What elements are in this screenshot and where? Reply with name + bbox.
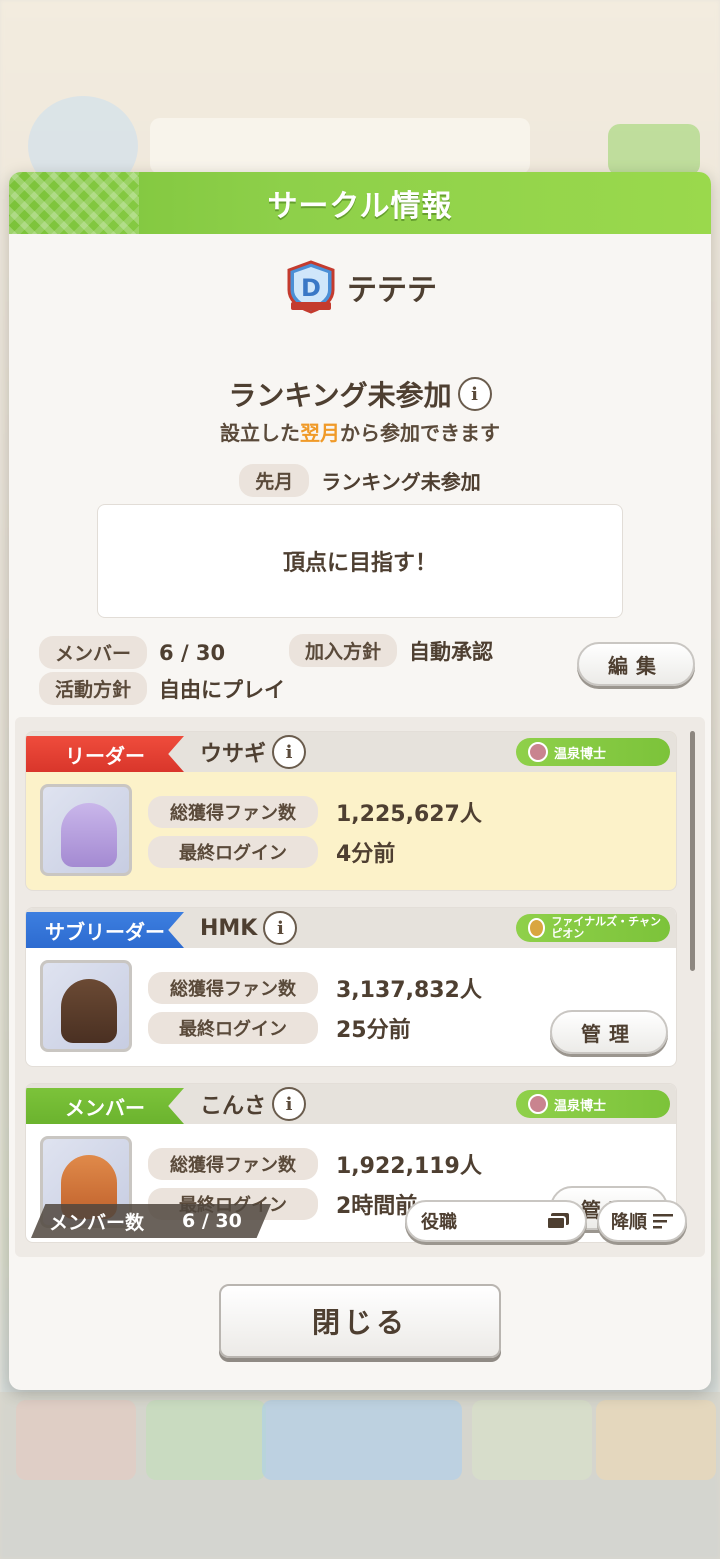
member-card-subleader[interactable]: サブリーダー HMK i ファイナルズ・チャンピオン 総獲得ファン数 3,137…: [25, 907, 677, 1067]
members-value: 6 / 30: [159, 640, 226, 665]
role-tag: リーダー: [26, 736, 184, 772]
circle-info-dialog: サークル情報 D テテテ ランキング未参加 i 設立した翌月から参加できます 先…: [9, 172, 711, 1390]
close-button[interactable]: 閉じる: [219, 1284, 501, 1358]
background-tile: [596, 1400, 716, 1480]
activity-value: 自由にプレイ: [159, 677, 286, 702]
join-policy-label: 加入方針: [289, 634, 398, 667]
member-name: ウサギ i: [200, 735, 307, 769]
info-icon[interactable]: i: [272, 735, 307, 769]
background-tile: [146, 1400, 266, 1480]
fans-row: 総獲得ファン数 1,922,119人: [148, 1148, 482, 1180]
background-button: [608, 124, 700, 176]
members-label: メンバー: [39, 636, 148, 669]
ranking-status: ランキング未参加: [228, 379, 452, 412]
background-tile: [262, 1400, 462, 1480]
activity-stat: 活動方針 自由にプレイ: [39, 672, 285, 705]
fans-label: 総獲得ファン数: [148, 796, 318, 828]
member-name: こんさ i: [200, 1087, 307, 1121]
header-pattern: [9, 172, 139, 234]
activity-label: 活動方針: [39, 672, 148, 705]
role-tag: サブリーダー: [26, 912, 184, 948]
last-login-label: 最終ログイン: [148, 1012, 318, 1044]
join-policy-stat: 加入方針 自動承認: [289, 634, 493, 667]
member-name-text: こんさ: [200, 1094, 267, 1119]
member-count-value: 6 / 30: [182, 1210, 242, 1232]
title-text: 温泉博士: [554, 746, 607, 762]
circle-name: テテテ: [347, 273, 437, 308]
last-month-label: 先月: [239, 464, 310, 497]
info-icon[interactable]: i: [457, 377, 492, 411]
ranking-note-post: から参加できます: [340, 421, 500, 445]
title-badge: 温泉博士: [516, 1090, 670, 1118]
fans-value: 1,922,119人: [336, 1154, 482, 1179]
slogan-text: 頂点に目指す！: [282, 551, 437, 576]
member-name-text: ウサギ: [200, 742, 267, 767]
fans-label: 総獲得ファン数: [148, 1148, 318, 1180]
sort-order-button[interactable]: 降順: [597, 1200, 687, 1242]
member-card-leader[interactable]: リーダー ウサギ i 温泉博士 総獲得ファン数 1,225,627人 最終ログイ…: [25, 731, 677, 891]
avatar[interactable]: [40, 960, 132, 1052]
info-icon[interactable]: i: [263, 911, 298, 945]
member-count-label: メンバー数: [49, 1211, 145, 1234]
member-name-text: HMK: [200, 915, 258, 941]
member-list-scrollbar[interactable]: [690, 731, 695, 971]
info-icon[interactable]: i: [272, 1087, 307, 1121]
last-month-value: ランキング未参加: [321, 470, 481, 494]
role-filter-button[interactable]: 役職: [405, 1200, 587, 1242]
last-login-value: 25分前: [336, 1018, 411, 1043]
fans-row: 総獲得ファン数 3,137,832人: [148, 972, 482, 1004]
member-card-header: サブリーダー HMK i ファイナルズ・チャンピオン: [26, 908, 676, 948]
member-card-header: リーダー ウサギ i 温泉博士: [26, 732, 676, 772]
title-emblem-icon: [528, 1094, 548, 1114]
rank-letter: D: [301, 274, 321, 302]
edit-button[interactable]: 編集: [577, 642, 695, 686]
member-count-bar: メンバー数 6 / 30: [31, 1204, 271, 1238]
join-policy-value: 自動承認: [409, 639, 494, 664]
members-stat: メンバー 6 / 30: [39, 636, 225, 669]
circle-name-row: D テテテ: [9, 260, 711, 314]
fans-value: 1,225,627人: [336, 802, 482, 827]
member-name: HMK i: [200, 911, 298, 945]
ranking-note: 設立した翌月から参加できます: [9, 417, 711, 446]
role-tag: メンバー: [26, 1088, 184, 1124]
title-text: 温泉博士: [554, 1098, 607, 1114]
dialog-title: サークル情報: [267, 189, 453, 224]
member-card-header: メンバー こんさ i 温泉博士: [26, 1084, 676, 1124]
ranking-status-row: ランキング未参加 i: [9, 374, 711, 414]
ranking-note-highlight: 翌月: [300, 421, 340, 445]
ranking-note-pre: 設立した: [220, 421, 300, 445]
title-badge: 温泉博士: [516, 738, 670, 766]
trophy-icon: [528, 918, 546, 938]
last-login-value: 4分前: [336, 842, 396, 867]
title-badge: ファイナルズ・チャンピオン: [516, 914, 670, 942]
avatar[interactable]: [40, 784, 132, 876]
sort-label: 降順: [611, 1212, 647, 1233]
circle-slogan: 頂点に目指す！: [97, 504, 623, 618]
last-login-row: 最終ログイン 4分前: [148, 836, 395, 868]
fans-label: 総獲得ファン数: [148, 972, 318, 1004]
last-month-row: 先月 ランキング未参加: [9, 464, 711, 497]
background-tile: [16, 1400, 136, 1480]
dialog-header: サークル情報: [9, 172, 711, 234]
circle-rank-badge-icon: D: [283, 260, 339, 314]
title-emblem-icon: [528, 742, 548, 762]
fans-row: 総獲得ファン数 1,225,627人: [148, 796, 482, 828]
sort-lines-icon: [653, 1214, 673, 1229]
last-login-row: 最終ログイン 25分前: [148, 1012, 411, 1044]
background-circle-header: [150, 118, 530, 174]
background-tile: [472, 1400, 592, 1480]
last-login-label: 最終ログイン: [148, 836, 318, 868]
role-filter-label: 役職: [421, 1212, 457, 1233]
fans-value: 3,137,832人: [336, 978, 482, 1003]
title-text: ファイナルズ・チャンピオン: [551, 915, 661, 940]
cards-icon: [546, 1213, 569, 1230]
member-list[interactable]: リーダー ウサギ i 温泉博士 総獲得ファン数 1,225,627人 最終ログイ…: [15, 717, 705, 1257]
manage-button[interactable]: 管理: [550, 1010, 668, 1054]
